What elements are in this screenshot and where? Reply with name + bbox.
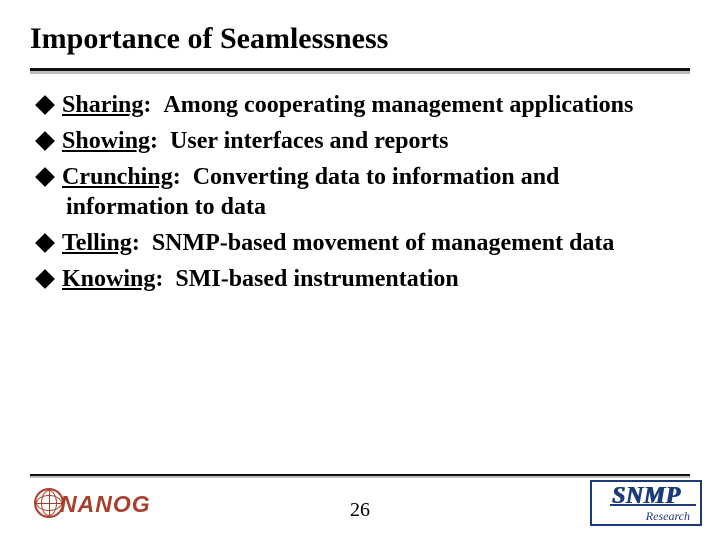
snmp-logo-main: SNMP	[612, 484, 681, 508]
bullet-colon: :	[150, 128, 158, 154]
bullet-desc: SNMP-based movement of management data	[152, 230, 615, 256]
bullet-colon: :	[173, 164, 181, 190]
list-item: Sharing: Among cooperating management ap…	[38, 90, 678, 120]
bullet-label: Sharing	[62, 92, 143, 118]
bullet-diamond-icon	[35, 269, 55, 289]
bullet-label: Crunching	[62, 164, 173, 190]
list-item: Showing: User interfaces and reports	[38, 126, 678, 156]
list-item: Knowing: SMI-based instrumentation	[38, 264, 678, 294]
bullet-label: Showing	[62, 128, 150, 154]
bullet-label: Telling	[62, 230, 132, 256]
bullet-diamond-icon	[35, 233, 55, 253]
bullet-label: Knowing	[62, 266, 155, 292]
bullet-colon: :	[143, 92, 151, 118]
bullet-diamond-icon	[35, 131, 55, 151]
footer-rule	[30, 474, 690, 476]
snmp-research-logo: SNMP Research	[590, 480, 702, 526]
bullet-colon: :	[132, 230, 140, 256]
bullet-colon: :	[155, 266, 163, 292]
bullet-desc: Among cooperating management application…	[163, 92, 633, 118]
bullet-desc: SMI-based instrumentation	[175, 266, 458, 292]
list-item: Crunching: Converting data to informatio…	[38, 162, 678, 222]
bullet-desc: User interfaces and reports	[170, 128, 448, 154]
title-rule	[30, 68, 690, 71]
bullet-diamond-icon	[35, 95, 55, 115]
slide-title: Importance of Seamlessness	[30, 22, 388, 56]
slide: Importance of Seamlessness Sharing: Amon…	[0, 0, 720, 540]
bullet-list: Sharing: Among cooperating management ap…	[38, 90, 678, 300]
bullet-diamond-icon	[35, 167, 55, 187]
snmp-logo-sub: Research	[646, 510, 690, 522]
list-item: Telling: SNMP-based movement of manageme…	[38, 228, 678, 258]
